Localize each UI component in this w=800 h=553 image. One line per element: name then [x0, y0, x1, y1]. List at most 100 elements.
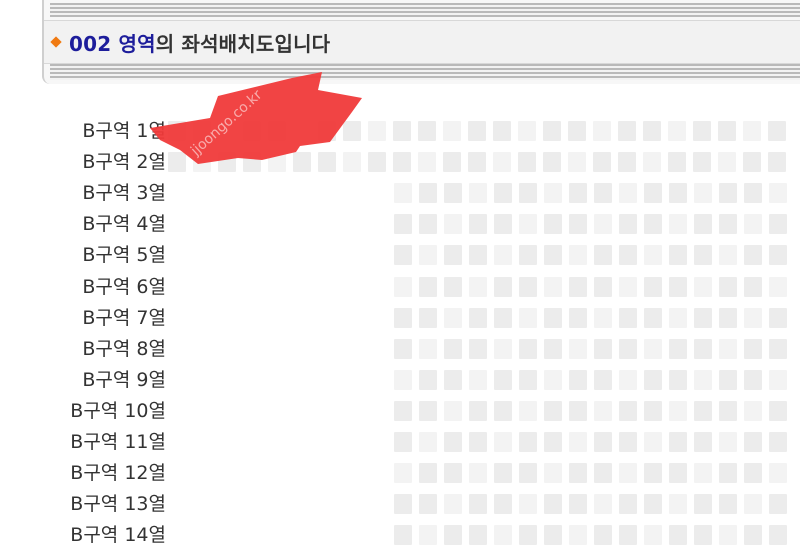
seat[interactable]: [693, 121, 711, 141]
seat[interactable]: [418, 152, 436, 172]
seat[interactable]: [444, 277, 462, 297]
seat[interactable]: [519, 183, 537, 203]
seat[interactable]: [644, 245, 662, 265]
seat[interactable]: [593, 152, 611, 172]
seat[interactable]: [618, 121, 636, 141]
seat[interactable]: [519, 525, 537, 545]
seat[interactable]: [444, 525, 462, 545]
seat[interactable]: [368, 152, 386, 172]
seat[interactable]: [444, 432, 462, 452]
seat[interactable]: [619, 525, 637, 545]
seat[interactable]: [769, 525, 787, 545]
seat[interactable]: [668, 152, 686, 172]
seat[interactable]: [419, 245, 437, 265]
seat[interactable]: [769, 183, 787, 203]
seat[interactable]: [543, 121, 561, 141]
seat[interactable]: [419, 494, 437, 514]
seat[interactable]: [594, 494, 612, 514]
seat[interactable]: [669, 463, 687, 483]
seat[interactable]: [394, 494, 412, 514]
seat[interactable]: [469, 245, 487, 265]
seat[interactable]: [619, 463, 637, 483]
seat[interactable]: [543, 152, 561, 172]
seat[interactable]: [719, 432, 737, 452]
seat[interactable]: [268, 152, 286, 172]
seat[interactable]: [494, 183, 512, 203]
seat[interactable]: [594, 525, 612, 545]
seat[interactable]: [494, 463, 512, 483]
seat[interactable]: [669, 214, 687, 234]
seat[interactable]: [619, 494, 637, 514]
seat[interactable]: [744, 308, 762, 328]
seat[interactable]: [569, 214, 587, 234]
seat[interactable]: [719, 183, 737, 203]
seat[interactable]: [644, 308, 662, 328]
seat[interactable]: [594, 339, 612, 359]
seat[interactable]: [568, 152, 586, 172]
seat[interactable]: [744, 432, 762, 452]
seat[interactable]: [393, 152, 411, 172]
seat[interactable]: [494, 245, 512, 265]
seat[interactable]: [719, 370, 737, 390]
seat[interactable]: [594, 245, 612, 265]
seat[interactable]: [469, 277, 487, 297]
seat[interactable]: [494, 432, 512, 452]
seat[interactable]: [644, 183, 662, 203]
seat[interactable]: [593, 121, 611, 141]
seat[interactable]: [719, 245, 737, 265]
seat[interactable]: [669, 432, 687, 452]
seat[interactable]: [469, 401, 487, 421]
seat[interactable]: [368, 121, 386, 141]
seat[interactable]: [744, 183, 762, 203]
seat[interactable]: [168, 152, 186, 172]
seat[interactable]: [643, 121, 661, 141]
seat[interactable]: [444, 245, 462, 265]
seat[interactable]: [569, 308, 587, 328]
seat[interactable]: [519, 463, 537, 483]
seat[interactable]: [769, 463, 787, 483]
seat[interactable]: [694, 245, 712, 265]
seat[interactable]: [494, 339, 512, 359]
seat[interactable]: [719, 277, 737, 297]
seat[interactable]: [519, 370, 537, 390]
seat[interactable]: [394, 339, 412, 359]
seat[interactable]: [569, 277, 587, 297]
seat[interactable]: [519, 308, 537, 328]
seat[interactable]: [669, 401, 687, 421]
seat[interactable]: [693, 152, 711, 172]
seat[interactable]: [494, 401, 512, 421]
seat[interactable]: [469, 308, 487, 328]
seat[interactable]: [569, 339, 587, 359]
seat[interactable]: [694, 183, 712, 203]
seat[interactable]: [393, 121, 411, 141]
seat[interactable]: [594, 308, 612, 328]
seat[interactable]: [494, 494, 512, 514]
seat[interactable]: [569, 401, 587, 421]
seat[interactable]: [594, 463, 612, 483]
seat[interactable]: [519, 277, 537, 297]
seat[interactable]: [669, 277, 687, 297]
seat[interactable]: [518, 152, 536, 172]
seat[interactable]: [419, 463, 437, 483]
seat[interactable]: [694, 308, 712, 328]
seat[interactable]: [544, 308, 562, 328]
seat[interactable]: [744, 277, 762, 297]
seat[interactable]: [569, 463, 587, 483]
seat[interactable]: [419, 401, 437, 421]
seat[interactable]: [193, 152, 211, 172]
seat[interactable]: [669, 525, 687, 545]
seat[interactable]: [394, 525, 412, 545]
seat[interactable]: [694, 525, 712, 545]
seat[interactable]: [743, 121, 761, 141]
seat[interactable]: [293, 152, 311, 172]
seat[interactable]: [193, 121, 211, 141]
seat[interactable]: [669, 308, 687, 328]
seat[interactable]: [444, 339, 462, 359]
seat[interactable]: [644, 214, 662, 234]
seat[interactable]: [669, 370, 687, 390]
seat[interactable]: [694, 370, 712, 390]
seat[interactable]: [443, 121, 461, 141]
seat[interactable]: [519, 401, 537, 421]
seat[interactable]: [719, 463, 737, 483]
seat[interactable]: [619, 339, 637, 359]
